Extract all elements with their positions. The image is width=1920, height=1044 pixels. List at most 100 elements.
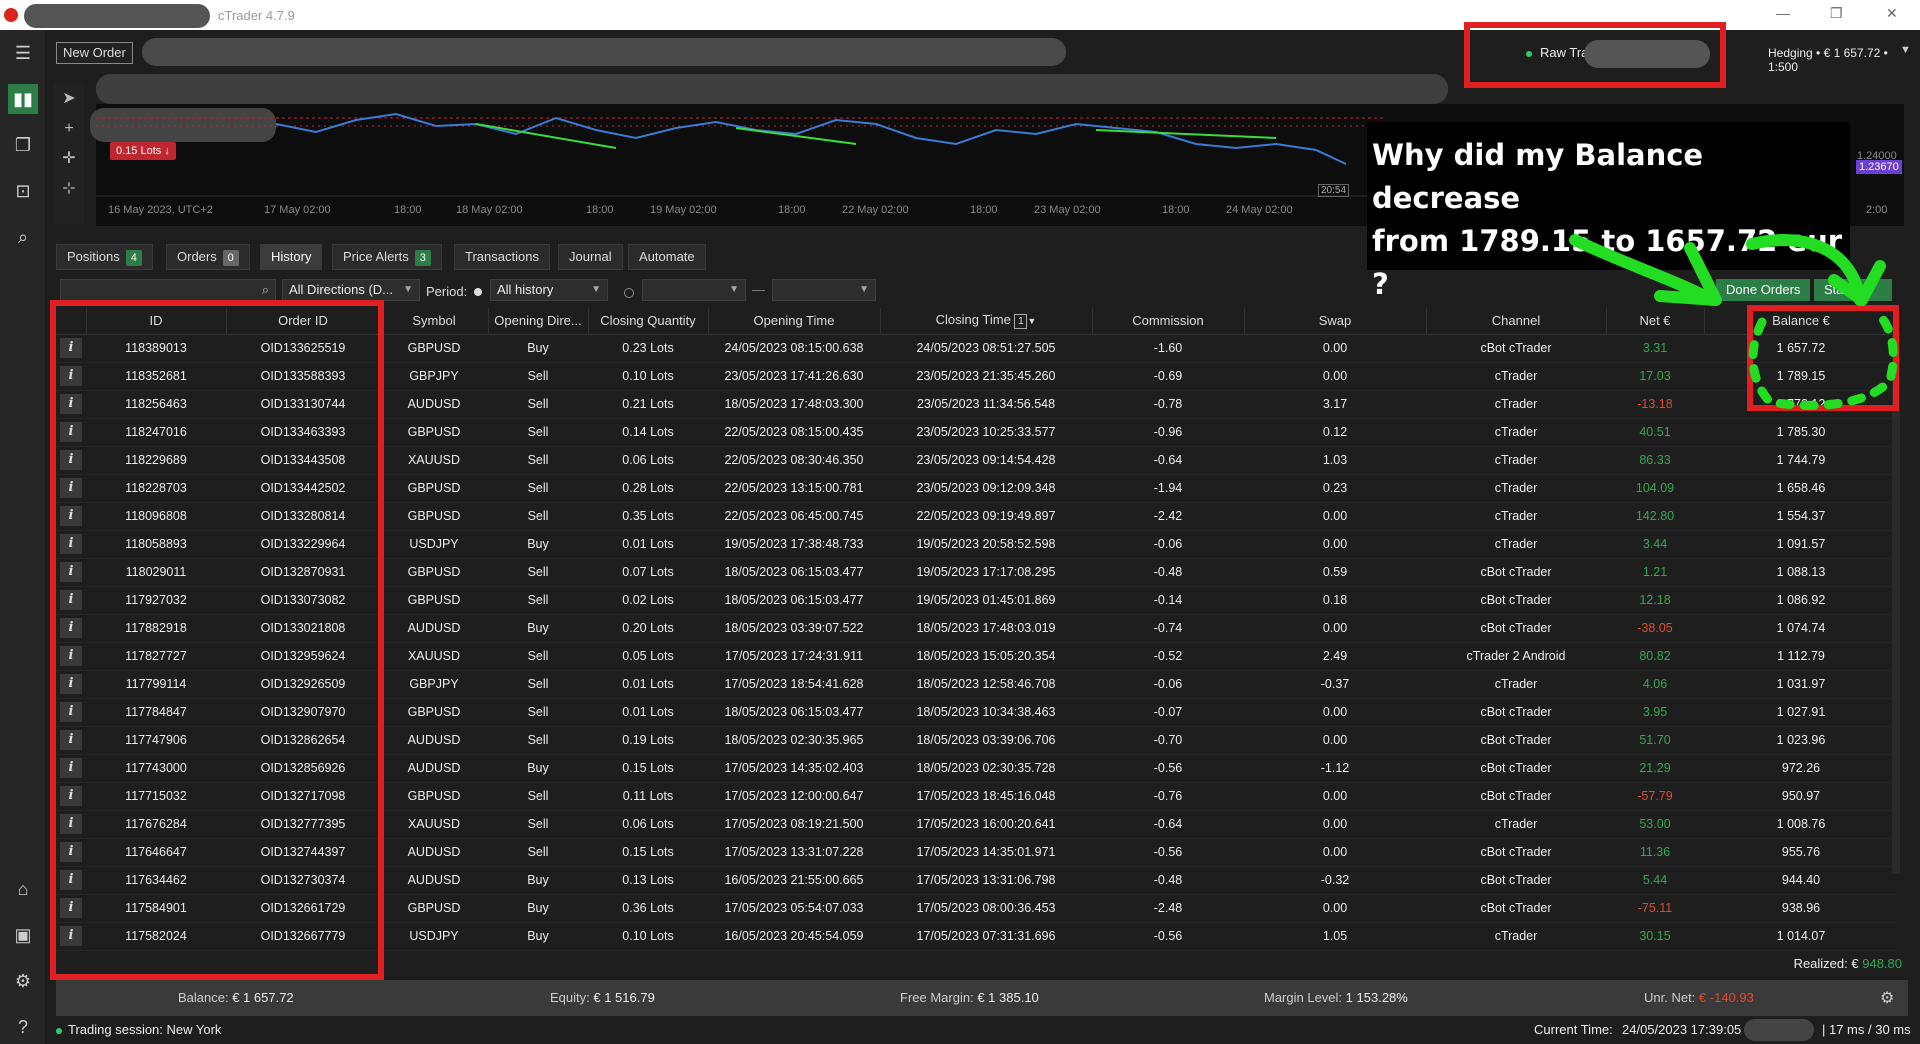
statement-button[interactable]: Stateme bbox=[1814, 279, 1892, 301]
current-price-marker: 1.23670 bbox=[1856, 160, 1902, 174]
table-cell: AUDUSD bbox=[380, 866, 488, 895]
column-header[interactable]: Net € bbox=[1606, 308, 1705, 335]
table-cell: 22/05/2023 08:15:00.435 bbox=[708, 418, 880, 447]
new-order-button[interactable]: New Order bbox=[56, 42, 133, 64]
highlight-box-balance bbox=[1747, 305, 1899, 411]
column-header[interactable]: Commission bbox=[1092, 308, 1245, 335]
column-header[interactable]: Opening Dire... bbox=[488, 308, 589, 335]
table-cell: 17/05/2023 05:54:07.033 bbox=[708, 894, 880, 923]
done-orders-button[interactable]: Done Orders bbox=[1716, 279, 1811, 301]
table-cell: 16/05/2023 20:45:54.059 bbox=[708, 922, 880, 951]
table-cell: 1 086.92 bbox=[1704, 586, 1898, 615]
column-header[interactable]: Opening Time bbox=[708, 308, 881, 335]
table-cell: cTrader bbox=[1426, 418, 1606, 447]
question-annotation: Why did my Balance decrease from 1789.15… bbox=[1367, 122, 1850, 301]
robot-icon[interactable]: ⊡ bbox=[8, 176, 38, 206]
column-header[interactable]: Symbol bbox=[380, 308, 489, 335]
tab-positions[interactable]: Positions 4 bbox=[56, 244, 153, 270]
table-cell: 17/05/2023 16:00:20.641 bbox=[880, 810, 1092, 839]
period-label: Period: bbox=[426, 284, 468, 299]
close-icon[interactable]: ✕ bbox=[1886, 5, 1898, 22]
minimize-icon[interactable]: — bbox=[1776, 5, 1790, 21]
table-cell: 17.03 bbox=[1606, 362, 1704, 391]
table-cell: 0.15 Lots bbox=[588, 754, 708, 783]
vertical-scrollbar[interactable] bbox=[1892, 334, 1900, 874]
wallet-icon[interactable]: ▣ bbox=[8, 920, 38, 950]
table-cell: 19/05/2023 20:58:52.598 bbox=[880, 530, 1092, 559]
help-icon[interactable]: ? bbox=[8, 1012, 38, 1042]
gear-icon[interactable]: ⚙ bbox=[1880, 988, 1894, 1008]
tab-history[interactable]: History bbox=[260, 244, 323, 270]
table-cell: 104.09 bbox=[1606, 474, 1704, 503]
table-cell: Sell bbox=[488, 782, 588, 811]
tab-journal[interactable]: Journal bbox=[558, 244, 623, 270]
restore-icon[interactable]: ❐ bbox=[1830, 5, 1843, 22]
column-header-sorted[interactable]: Closing Time 1 ▼ bbox=[880, 308, 1093, 335]
tab-label: Orders bbox=[177, 249, 217, 264]
custom-range-radio[interactable] bbox=[624, 288, 634, 298]
column-header[interactable]: Channel bbox=[1426, 308, 1607, 335]
realized-total: Realized: € 948.80 bbox=[1794, 956, 1902, 971]
table-cell: 24/05/2023 08:15:00.638 bbox=[708, 334, 880, 363]
ctrader-logo-icon bbox=[4, 8, 18, 22]
table-cell: cTrader 2 Android bbox=[1426, 642, 1606, 671]
table-cell: 22/05/2023 08:30:46.350 bbox=[708, 446, 880, 475]
table-cell: 1 074.74 bbox=[1704, 614, 1898, 643]
gear-icon[interactable]: ⚙ bbox=[8, 966, 38, 996]
table-cell: Sell bbox=[488, 586, 588, 615]
period-radio[interactable] bbox=[474, 288, 482, 296]
chart-time-label: 18:00 bbox=[970, 204, 998, 216]
date-to-select[interactable]: ▼ bbox=[772, 279, 876, 301]
zoom-icon[interactable]: ⊹ bbox=[54, 174, 84, 204]
tab-automate[interactable]: Automate bbox=[628, 244, 706, 270]
chart-time-label: 19 May 02:00 bbox=[650, 204, 717, 216]
table-cell: 0.21 Lots bbox=[588, 390, 708, 419]
table-cell: -0.06 bbox=[1092, 670, 1244, 699]
table-cell: -0.76 bbox=[1092, 782, 1244, 811]
table-cell: -0.70 bbox=[1092, 726, 1244, 755]
table-cell: Buy bbox=[488, 866, 588, 895]
table-cell: 17/05/2023 08:19:21.500 bbox=[708, 810, 880, 839]
table-cell: 21.29 bbox=[1606, 754, 1704, 783]
table-cell: -0.52 bbox=[1092, 642, 1244, 671]
table-cell: -0.48 bbox=[1092, 558, 1244, 587]
table-cell: Sell bbox=[488, 726, 588, 755]
table-cell: GBPUSD bbox=[380, 558, 488, 587]
table-cell: 3.17 bbox=[1244, 390, 1426, 419]
table-cell: 0.06 Lots bbox=[588, 810, 708, 839]
history-search-input[interactable]: ⌕ bbox=[60, 279, 276, 301]
table-cell: 0.00 bbox=[1244, 782, 1426, 811]
tab-orders[interactable]: Orders 0 bbox=[166, 244, 250, 270]
table-cell: -0.96 bbox=[1092, 418, 1244, 447]
chevron-down-icon[interactable]: ▼ bbox=[1900, 44, 1911, 56]
direction-select[interactable]: All Directions (D... ▼ bbox=[282, 279, 420, 301]
balance-label: Balance: bbox=[178, 990, 229, 1005]
table-cell: 1 091.57 bbox=[1704, 530, 1898, 559]
measure-icon[interactable]: ✛ bbox=[54, 144, 84, 174]
tab-transactions[interactable]: Transactions bbox=[454, 244, 550, 270]
period-select[interactable]: All history ▼ bbox=[490, 279, 608, 301]
table-cell: Buy bbox=[488, 334, 588, 363]
account-status-bar: Balance: € 1 657.72 Equity: € 1 516.79 F… bbox=[56, 980, 1908, 1016]
search-analysis-icon[interactable]: ⌕ bbox=[8, 222, 38, 252]
column-header[interactable]: Swap bbox=[1244, 308, 1427, 335]
chart-icon[interactable]: ▮▮ bbox=[8, 84, 38, 114]
menu-icon[interactable]: ☰ bbox=[8, 38, 38, 68]
column-header[interactable]: Closing Quantity bbox=[588, 308, 709, 335]
tab-price-alerts[interactable]: Price Alerts 3 bbox=[332, 244, 442, 270]
table-cell: 19/05/2023 01:45:01.869 bbox=[880, 586, 1092, 615]
table-cell: 0.00 bbox=[1244, 810, 1426, 839]
crosshair-icon[interactable]: + bbox=[54, 114, 84, 144]
table-cell: -0.56 bbox=[1092, 838, 1244, 867]
bank-icon[interactable]: ⌂ bbox=[8, 874, 38, 904]
date-from-select[interactable]: ▼ bbox=[642, 279, 746, 301]
table-cell: 1 008.76 bbox=[1704, 810, 1898, 839]
copy-icon[interactable]: ❐ bbox=[8, 130, 38, 160]
table-cell: XAUUSD bbox=[380, 446, 488, 475]
cursor-icon[interactable]: ➤ bbox=[54, 84, 84, 114]
table-cell: 0.59 bbox=[1244, 558, 1426, 587]
table-cell: 0.00 bbox=[1244, 726, 1426, 755]
margin-level-status: Margin Level: 1 153.28% bbox=[1264, 990, 1408, 1005]
table-cell: Sell bbox=[488, 418, 588, 447]
table-cell: cTrader bbox=[1426, 810, 1606, 839]
